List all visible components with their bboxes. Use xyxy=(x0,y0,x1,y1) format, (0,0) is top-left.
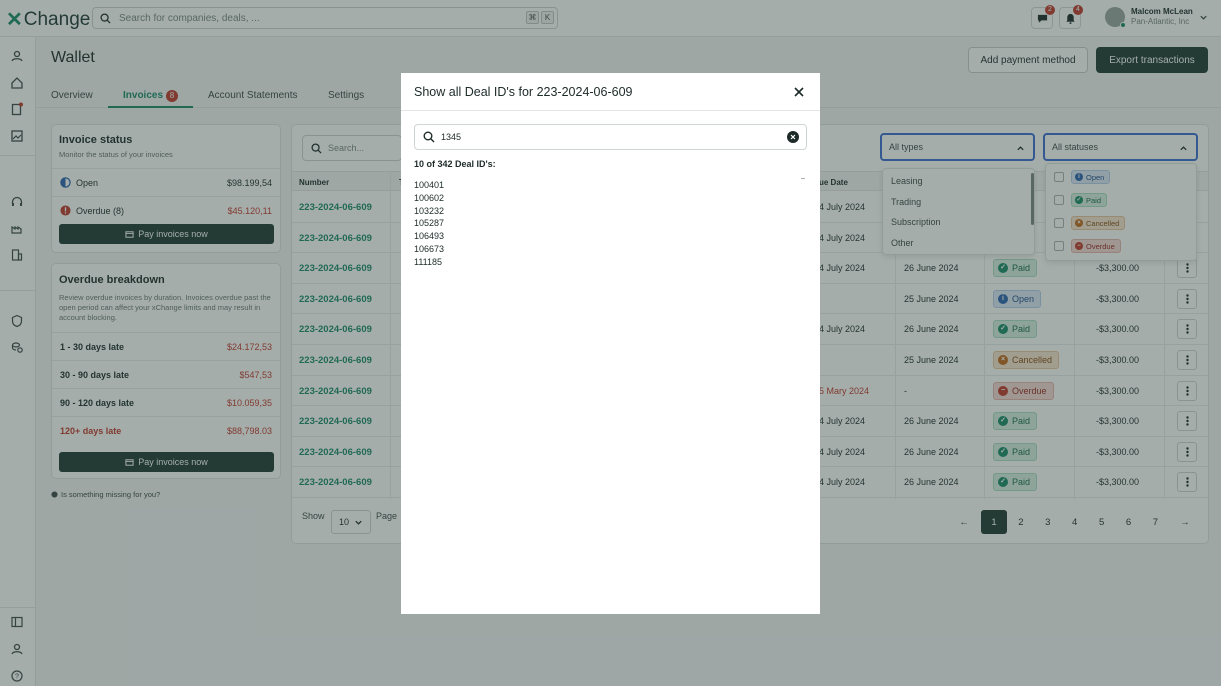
search-icon xyxy=(423,131,435,143)
deal-id-item[interactable]: 105287 xyxy=(414,217,444,230)
list-scrollbar[interactable] xyxy=(801,178,805,179)
deal-ids-modal: Show all Deal ID's for 223-2024-06-609 1… xyxy=(401,73,820,614)
modal-divider xyxy=(401,110,820,111)
deal-id-item[interactable]: 106673 xyxy=(414,243,444,256)
deal-id-item[interactable]: 111185 xyxy=(414,256,444,269)
deal-id-search[interactable] xyxy=(414,124,807,150)
deal-id-item[interactable]: 100401 xyxy=(414,179,444,192)
deal-id-list: 100401 100602 103232 105287 106493 106673 1111… xyxy=(414,179,444,269)
modal-title: Show all Deal ID's for 223-2024-06-609 xyxy=(414,85,633,99)
clear-search-button[interactable] xyxy=(787,131,799,143)
deal-id-search-input[interactable] xyxy=(441,132,781,142)
clear-icon xyxy=(790,134,796,140)
deal-id-item[interactable]: 103232 xyxy=(414,205,444,218)
deal-id-count: 10 of 342 Deal ID's: xyxy=(414,159,496,169)
deal-id-item[interactable]: 100602 xyxy=(414,192,444,205)
deal-id-item[interactable]: 106493 xyxy=(414,230,444,243)
close-icon[interactable] xyxy=(793,86,805,98)
